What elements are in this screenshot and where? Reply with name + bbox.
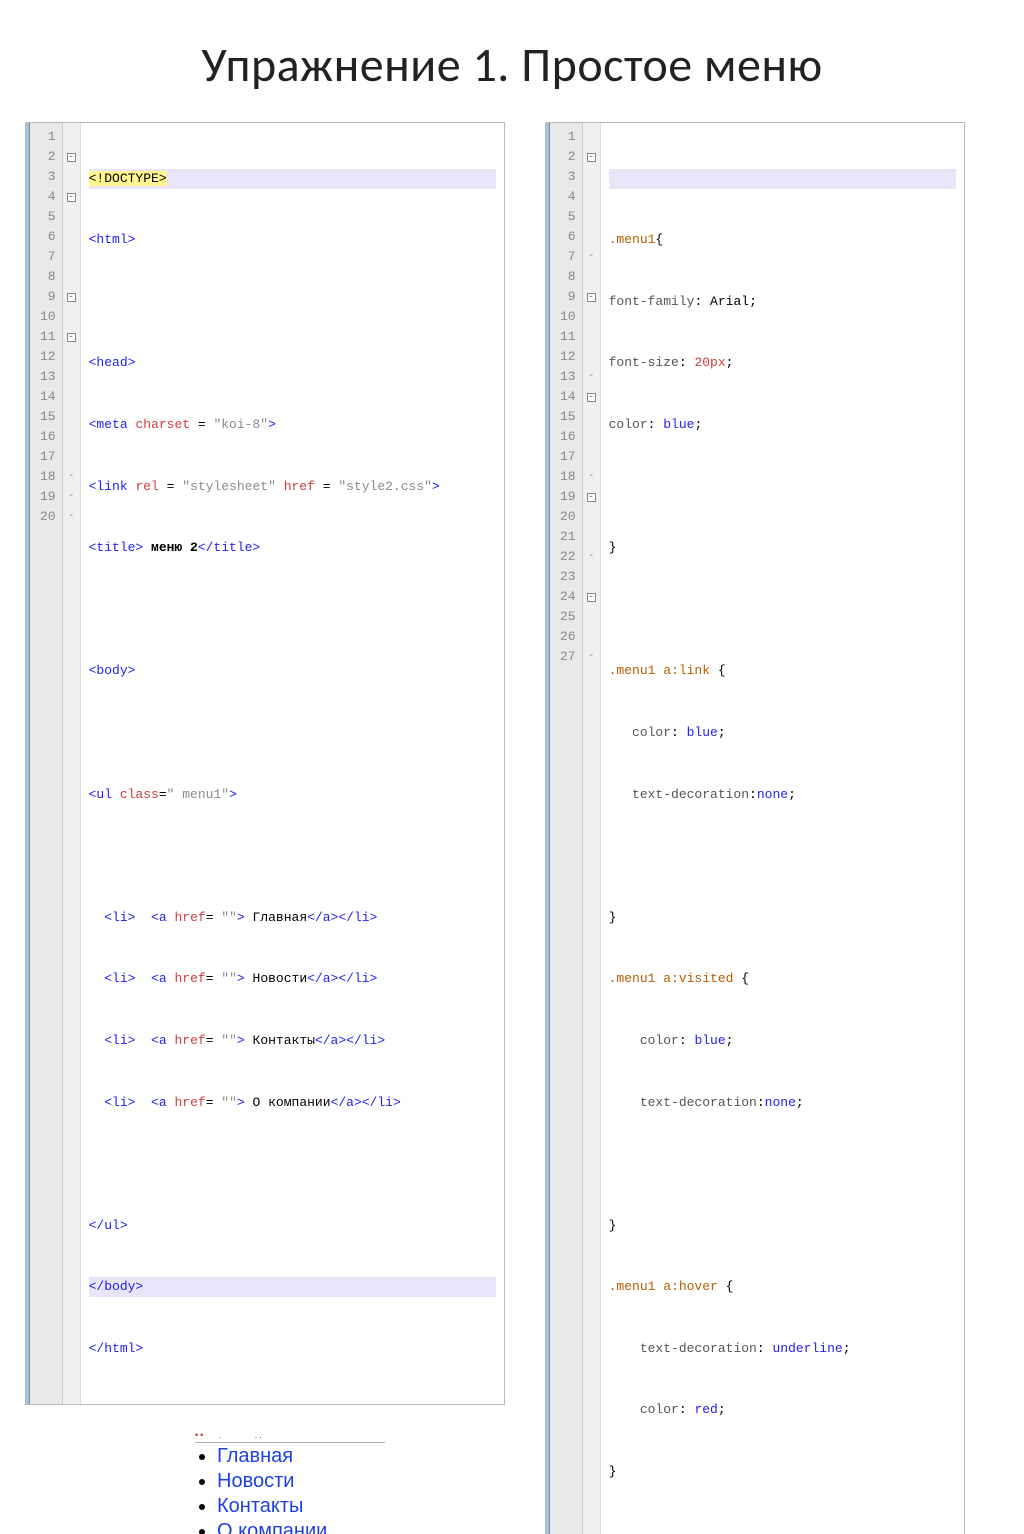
panel-left: 1234567891011121314151617181920 - - - - … [25, 122, 505, 1534]
gutter-left: 1234567891011121314151617181920 [30, 123, 63, 1404]
gutter-right: 1234567891011121314151617181920212223242… [550, 123, 583, 1534]
panels: 1234567891011121314151617181920 - - - - … [0, 122, 1024, 1534]
page-title: Упражнение 1. Простое меню [0, 0, 1024, 122]
code-css[interactable]: .menu1{ font-family: Arial; font-size: 2… [601, 123, 964, 1534]
editor-css: 1234567891011121314151617181920212223242… [545, 122, 965, 1534]
list-item: Контакты [217, 1495, 505, 1518]
list-item: Главная [217, 1445, 505, 1468]
code-html[interactable]: <!DOCTYPE> <html> <head> <meta charset =… [81, 123, 504, 1404]
preview: •• . .. Главная Новости Контакты О компа… [195, 1430, 505, 1534]
preview-list: Главная Новости Контакты О компании [195, 1445, 505, 1534]
list-item: Новости [217, 1470, 505, 1493]
list-item: О компании [217, 1520, 505, 1534]
editor-html: 1234567891011121314151617181920 - - - - … [25, 122, 505, 1405]
